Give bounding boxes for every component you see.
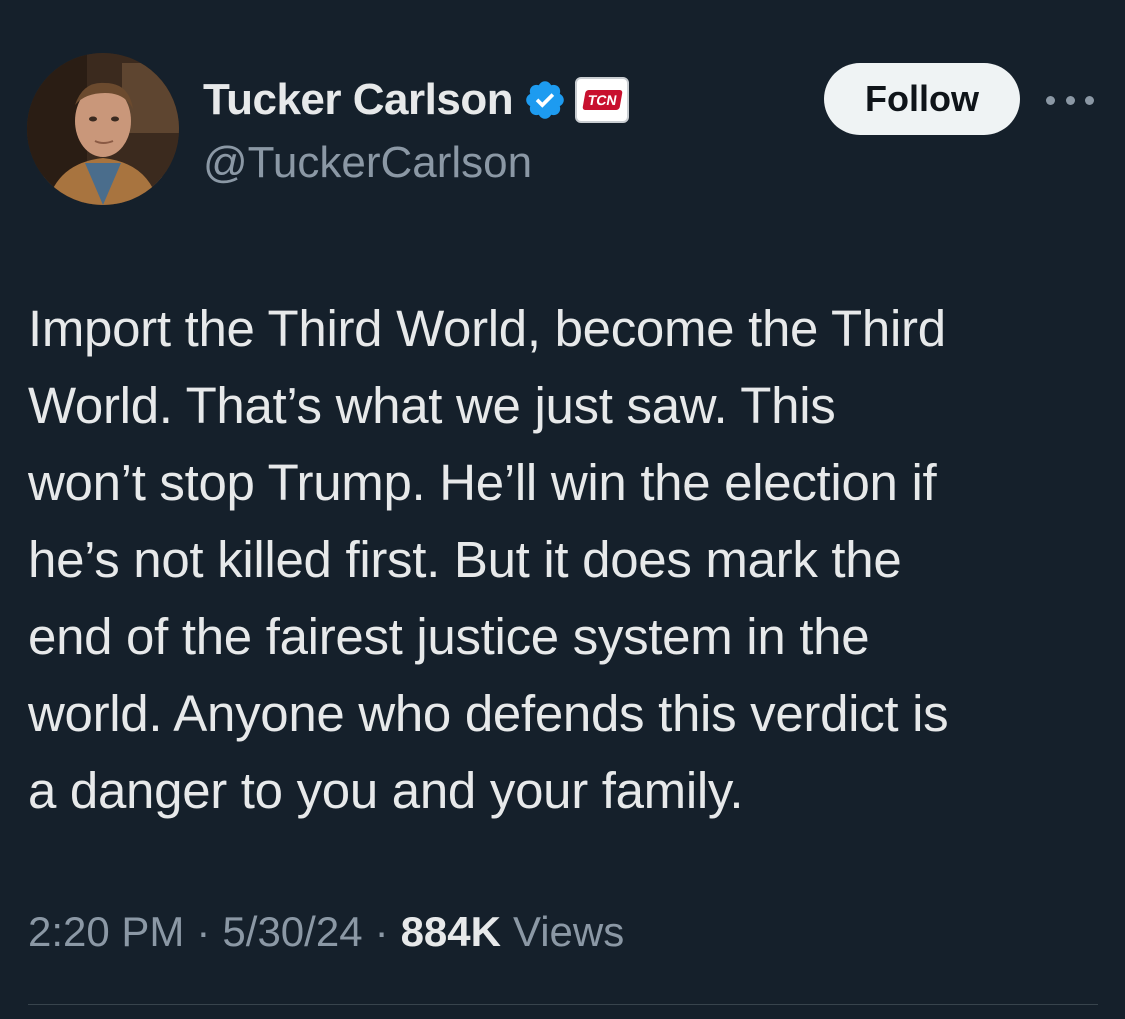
meta-separator: · xyxy=(196,908,211,955)
more-dot xyxy=(1065,95,1075,105)
views-count: 884K xyxy=(400,908,501,955)
affiliate-badge-text: TCN xyxy=(581,90,623,110)
tweet-time[interactable]: 2:20 PM xyxy=(28,908,184,956)
tweet-meta: 2:20 PM · 5/30/24 · 884K Views xyxy=(28,908,624,956)
meta-separator: · xyxy=(374,908,389,955)
author-name-row: Tucker Carlson TCN xyxy=(203,72,630,128)
author-display-name[interactable]: Tucker Carlson xyxy=(203,75,514,125)
more-horizontal-icon[interactable] xyxy=(1046,86,1094,114)
tweet-card: Tucker Carlson TCN @TuckerCarlson Follow… xyxy=(0,0,1125,1019)
more-dot xyxy=(1046,95,1055,105)
tweet-date[interactable]: 5/30/24 xyxy=(222,908,362,956)
divider xyxy=(28,1004,1098,1005)
tweet-text: Import the Third World, become the Third… xyxy=(28,300,949,819)
verified-badge-icon[interactable] xyxy=(523,78,567,122)
affiliate-badge[interactable]: TCN xyxy=(575,77,630,123)
author-handle[interactable]: @TuckerCarlson xyxy=(203,138,532,188)
more-dot xyxy=(1085,95,1094,105)
views-label: Views xyxy=(512,908,625,955)
follow-button[interactable]: Follow xyxy=(824,63,1020,135)
profile-photo xyxy=(27,53,179,205)
avatar[interactable] xyxy=(27,53,179,205)
